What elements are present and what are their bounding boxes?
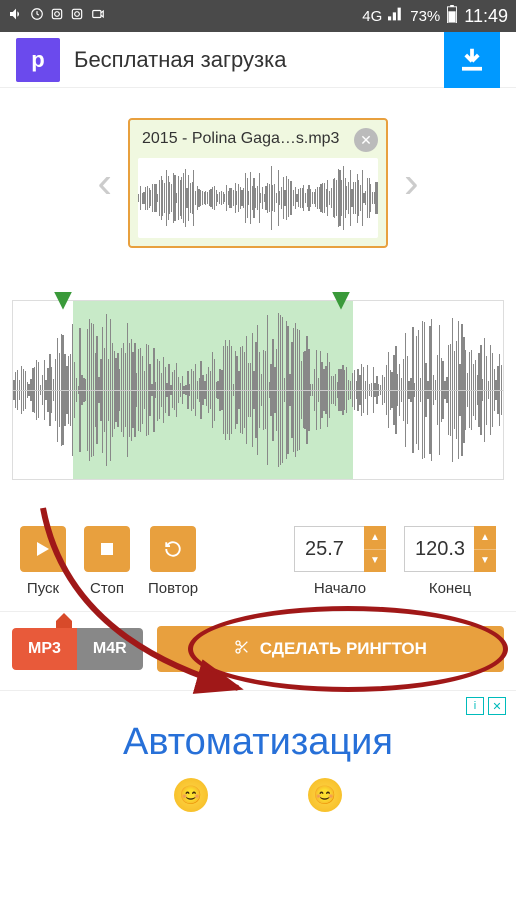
app-icon-2 [70, 7, 84, 25]
banner-text: Бесплатная загрузка [74, 47, 286, 73]
play-label: Пуск [27, 580, 59, 597]
controls-row: Пуск Стоп Повтор ▲ ▼ Начало [12, 480, 504, 611]
download-icon[interactable] [444, 32, 500, 88]
end-down-button[interactable]: ▼ [474, 549, 496, 573]
ad-close-icon[interactable]: ✕ [488, 697, 506, 715]
start-down-button[interactable]: ▼ [364, 549, 386, 573]
make-ringtone-label: СДЕЛАТЬ РИНГТОН [260, 639, 427, 659]
close-icon[interactable]: ✕ [354, 128, 378, 152]
app-icon-1 [50, 7, 64, 25]
signal-icon [388, 7, 404, 25]
file-carousel: ‹ 2015 - Polina Gaga…s.mp3 ✕ › [0, 88, 516, 288]
top-banner[interactable]: p Бесплатная загрузка [0, 32, 516, 88]
battery-pct: 73% [410, 8, 440, 25]
file-waveform-thumb [138, 158, 378, 238]
start-time-input[interactable] [294, 526, 364, 572]
bottom-ad[interactable]: i ✕ Автоматизация 😊 😊 [0, 691, 516, 812]
file-name: 2015 - Polina Gaga…s.mp3 [142, 130, 339, 148]
network-type: 4G [362, 8, 382, 25]
camera-icon [90, 7, 106, 25]
chevron-right-icon[interactable]: › [396, 150, 427, 216]
status-right: 4G 73% 11:49 [362, 5, 508, 27]
status-icons-left [8, 6, 106, 26]
format-mp3-button[interactable]: MP3 [12, 628, 77, 670]
status-bar: 4G 73% 11:49 [0, 0, 516, 32]
file-card[interactable]: 2015 - Polina Gaga…s.mp3 ✕ [128, 118, 388, 248]
format-m4r-button[interactable]: M4R [77, 628, 143, 670]
repeat-button[interactable] [150, 526, 196, 572]
stop-button[interactable] [84, 526, 130, 572]
end-time-input[interactable] [404, 526, 474, 572]
scissors-icon [234, 639, 250, 660]
volume-icon [8, 6, 24, 26]
emoji-icon: 😊 [174, 778, 208, 812]
battery-icon [446, 5, 458, 27]
banner-app-icon: p [16, 38, 60, 82]
start-handle-icon[interactable] [52, 292, 74, 314]
end-label: Конец [429, 580, 471, 597]
play-button[interactable] [20, 526, 66, 572]
chevron-left-icon[interactable]: ‹ [89, 150, 120, 216]
format-toggle: MP3 M4R [12, 628, 143, 670]
clock-icon [30, 7, 44, 25]
waveform-editor: Пуск Стоп Повтор ▲ ▼ Начало [0, 300, 516, 611]
make-ringtone-button[interactable]: СДЕЛАТЬ РИНГТОН [157, 626, 504, 672]
emoji-icon: 😊 [308, 778, 342, 812]
start-label: Начало [314, 580, 366, 597]
end-up-button[interactable]: ▲ [474, 526, 496, 549]
stop-label: Стоп [90, 580, 124, 597]
waveform[interactable] [12, 300, 504, 480]
ad-headline: Автоматизация [0, 721, 516, 764]
start-up-button[interactable]: ▲ [364, 526, 386, 549]
ad-info-icon[interactable]: i [466, 697, 484, 715]
end-handle-icon[interactable] [330, 292, 352, 314]
ad-emoji-row: 😊 😊 [0, 778, 516, 812]
action-row: MP3 M4R СДЕЛАТЬ РИНГТОН [0, 611, 516, 691]
ad-badges: i ✕ [466, 697, 506, 715]
clock-time: 11:49 [464, 6, 508, 27]
repeat-label: Повтор [148, 580, 198, 597]
